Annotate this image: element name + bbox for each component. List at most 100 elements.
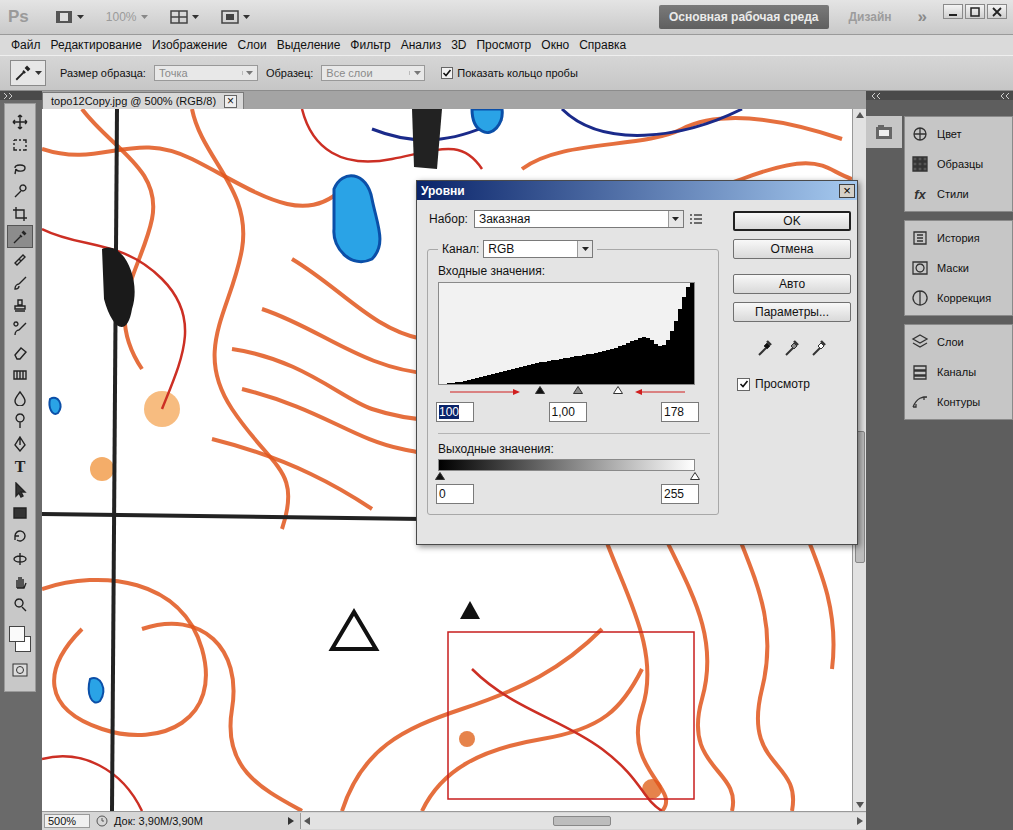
tool-button[interactable] [7, 294, 33, 317]
eyedropper-icon[interactable] [757, 339, 773, 357]
eyedropper-icon[interactable] [811, 339, 827, 357]
panel-button[interactable]: Маски [905, 253, 1012, 283]
color-icon [911, 125, 929, 143]
menu-item[interactable]: Слои [233, 36, 272, 54]
panel-button[interactable]: История [905, 223, 1012, 253]
tool-button[interactable] [7, 133, 33, 156]
output-slider[interactable] [438, 471, 695, 481]
panel-button[interactable]: fxСтили [905, 179, 1012, 209]
mini-bridge-button[interactable] [871, 120, 897, 144]
input-black-handle[interactable] [535, 386, 545, 394]
panel-button[interactable]: Слои [905, 327, 1012, 357]
tool-button[interactable] [7, 317, 33, 340]
scroll-thumb[interactable] [553, 816, 611, 826]
arrange-documents-button[interactable] [164, 10, 205, 24]
eyedropper-icon [12, 229, 28, 245]
bridge-button[interactable] [49, 10, 90, 24]
menu-item[interactable]: Анализ [396, 36, 447, 54]
output-white-handle[interactable] [690, 472, 700, 480]
scroll-right-icon[interactable] [857, 817, 863, 825]
minimize-button[interactable] [943, 4, 963, 19]
scroll-up-icon[interactable] [856, 112, 864, 118]
color-swatches[interactable] [7, 624, 33, 654]
dialog-close-button[interactable]: × [839, 184, 855, 198]
sample-select[interactable]: Все слои [321, 65, 425, 81]
horizontal-scrollbar[interactable] [300, 813, 866, 829]
menu-item[interactable]: Редактирование [46, 36, 147, 54]
sample-size-select[interactable]: Точка [154, 65, 258, 81]
tool-button[interactable] [7, 478, 33, 501]
panel-button[interactable]: Контуры [905, 387, 1012, 417]
tool-button[interactable] [7, 202, 33, 225]
tool-preset-picker[interactable] [10, 60, 46, 86]
collapse-chevrons-icon[interactable] [870, 93, 880, 99]
input-black-field[interactable]: 100 [436, 402, 474, 422]
input-slider[interactable] [438, 385, 695, 399]
tool-button[interactable] [7, 363, 33, 386]
tool-button[interactable] [7, 156, 33, 179]
expand-chevrons-icon[interactable] [4, 93, 14, 99]
output-white-field[interactable]: 255 [661, 484, 699, 504]
screen-mode-button[interactable] [215, 10, 256, 24]
tool-button[interactable] [7, 409, 33, 432]
tool-button[interactable] [7, 570, 33, 593]
tool-button[interactable] [7, 547, 33, 570]
zoom-level[interactable]: 100% [100, 10, 154, 24]
tool-button[interactable] [7, 501, 33, 524]
channel-select[interactable]: RGB [483, 240, 593, 258]
tool-button[interactable] [7, 110, 33, 133]
workspace-button[interactable]: Основная рабочая среда [659, 5, 829, 29]
preset-options-icon[interactable] [690, 214, 702, 224]
dialog-button[interactable]: Параметры... [733, 302, 851, 322]
dialog-button[interactable]: OK [733, 211, 851, 231]
scroll-down-icon[interactable] [856, 802, 864, 808]
foreground-color-swatch[interactable] [9, 626, 25, 642]
tool-button[interactable] [7, 179, 33, 202]
menu-item[interactable]: Окно [536, 36, 574, 54]
scroll-left-icon[interactable] [304, 817, 310, 825]
output-black-field[interactable]: 0 [436, 484, 474, 504]
menu-item[interactable]: Справка [574, 36, 631, 54]
dialog-button[interactable]: Отмена [733, 239, 851, 259]
menu-item[interactable]: Просмотр [471, 36, 536, 54]
panel-button[interactable]: Каналы [905, 357, 1012, 387]
close-tab-button[interactable]: × [224, 95, 237, 108]
quick-mask-button[interactable] [7, 658, 33, 681]
dialog-button[interactable]: Авто [733, 274, 851, 294]
preset-select[interactable]: Заказная [474, 210, 684, 228]
input-white-handle[interactable] [613, 386, 623, 394]
menu-item[interactable]: Выделение [272, 36, 346, 54]
tool-button[interactable] [7, 248, 33, 271]
zoom-field[interactable]: 500% [44, 814, 90, 828]
tool-button[interactable] [7, 271, 33, 294]
tool-button[interactable] [7, 340, 33, 363]
tool-button[interactable] [7, 225, 33, 248]
menu-item[interactable]: Изображение [147, 36, 233, 54]
tool-button[interactable] [7, 386, 33, 409]
panel-button[interactable]: Цвет [905, 119, 1012, 149]
output-black-handle[interactable] [435, 472, 445, 480]
maximize-button[interactable] [965, 4, 985, 19]
tool-button[interactable] [7, 524, 33, 547]
document-tab[interactable]: topo12Copy.jpg @ 500% (RGB/8)× [42, 92, 244, 109]
preview-checkbox[interactable]: Просмотр [733, 377, 851, 391]
collapse-chevrons-icon[interactable] [999, 93, 1009, 99]
tool-button[interactable] [7, 593, 33, 616]
menu-item[interactable]: Фильтр [345, 36, 395, 54]
show-ring-checkbox[interactable]: Показать кольцо пробы [441, 67, 578, 79]
menu-item[interactable]: 3D [446, 36, 471, 54]
workspace-button[interactable]: Дизайн [839, 5, 902, 29]
status-arrow-icon[interactable] [288, 817, 294, 825]
panel-button[interactable]: Коррекция [905, 283, 1012, 313]
close-button[interactable] [987, 4, 1007, 19]
tool-button[interactable]: T [7, 455, 33, 478]
more-workspaces-button[interactable]: » [912, 7, 933, 27]
menu-item[interactable]: Файл [6, 36, 46, 54]
input-white-field[interactable]: 178 [661, 402, 699, 422]
input-gamma-handle[interactable] [573, 386, 583, 394]
input-gamma-field[interactable]: 1,00 [549, 402, 587, 422]
status-menu-icon[interactable] [96, 815, 108, 827]
panel-button[interactable]: Образцы [905, 149, 1012, 179]
tool-button[interactable] [7, 432, 33, 455]
eyedropper-icon[interactable] [784, 339, 800, 357]
